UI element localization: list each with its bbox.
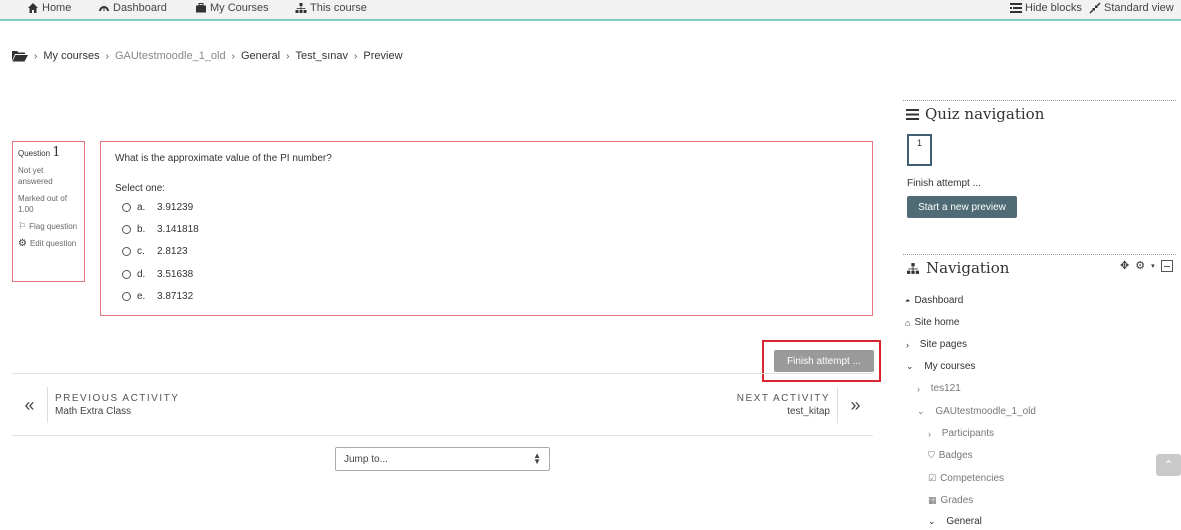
nav-item-general[interactable]: ⌄ General bbox=[928, 516, 982, 527]
sitemap-icon bbox=[295, 3, 307, 13]
question-text: What is the approximate value of the PI … bbox=[115, 153, 332, 164]
breadcrumb-quiz[interactable]: Test_sınav bbox=[295, 50, 348, 62]
breadcrumb-separator: › bbox=[105, 50, 109, 62]
block-divider bbox=[903, 100, 1176, 101]
breadcrumb-my-courses[interactable]: My courses bbox=[43, 50, 99, 62]
dashboard-icon: ◓ bbox=[905, 295, 911, 306]
answer-option-d[interactable]: d. 3.51638 bbox=[115, 263, 858, 285]
answer-option-c[interactable]: c. 2.8123 bbox=[115, 241, 858, 263]
nav-home-link[interactable]: Home bbox=[27, 2, 71, 14]
radio-button[interactable] bbox=[122, 247, 131, 257]
breadcrumb-course[interactable]: GAUtestmoodle_1_old bbox=[115, 50, 226, 62]
nav-item-grades[interactable]: ▦ Grades bbox=[928, 495, 973, 506]
double-chevron-left-icon: « bbox=[12, 387, 48, 423]
finish-attempt-highlight: Finish attempt ... bbox=[762, 340, 881, 382]
nav-item-competencies[interactable]: ☑ Competencies bbox=[928, 473, 1004, 484]
double-chevron-right-icon: » bbox=[837, 387, 873, 423]
chevron-down-icon: ⌄ bbox=[917, 406, 925, 416]
nav-item-tes121[interactable]: › tes121 bbox=[917, 383, 961, 394]
home-icon bbox=[28, 3, 38, 13]
hide-blocks-button[interactable]: Hide blocks bbox=[1010, 2, 1082, 14]
chevron-right-icon: › bbox=[906, 339, 909, 350]
radio-button[interactable] bbox=[122, 224, 131, 234]
compress-icon bbox=[1089, 2, 1101, 14]
question-marks: Marked out of 1.00 bbox=[18, 194, 67, 214]
updown-icon: ▲ ▼ bbox=[533, 451, 541, 466]
nav-item-my-courses[interactable]: ⌄ My courses bbox=[906, 361, 975, 372]
finish-attempt-button[interactable]: Finish attempt ... bbox=[774, 350, 874, 372]
nav-item-dashboard[interactable]: ◓ Dashboard bbox=[905, 295, 963, 306]
divider bbox=[12, 435, 873, 436]
nav-my-courses-link[interactable]: My Courses bbox=[195, 2, 269, 14]
briefcase-icon bbox=[196, 3, 206, 13]
answer-option-a[interactable]: a. 3.91239 bbox=[115, 196, 858, 218]
gear-icon: ⚙ bbox=[18, 238, 27, 249]
breadcrumb-separator: › bbox=[286, 50, 290, 62]
flag-question-link[interactable]: ⚐ Flag question bbox=[18, 221, 79, 232]
question-number: Question 1 bbox=[18, 145, 61, 160]
navigation-block-tools: ✥ ⚙ ▾ bbox=[1120, 259, 1173, 272]
nav-item-badges[interactable]: ⛉ Badges bbox=[928, 450, 973, 461]
answer-option-b[interactable]: b. 3.141818 bbox=[115, 218, 858, 240]
bars-icon bbox=[906, 108, 919, 120]
flag-icon: ⚐ bbox=[18, 221, 27, 231]
breadcrumb-separator: › bbox=[354, 50, 358, 62]
radio-button[interactable] bbox=[122, 269, 131, 279]
breadcrumb-general[interactable]: General bbox=[241, 50, 280, 62]
breadcrumb-preview: Preview bbox=[363, 50, 403, 62]
list-icon bbox=[1010, 3, 1022, 13]
chevron-right-icon: › bbox=[917, 383, 920, 394]
block-divider bbox=[903, 254, 1176, 255]
question-info-box: Question 1 Not yet answered Marked out o… bbox=[12, 141, 85, 282]
breadcrumb: › My courses › GAUtestmoodle_1_old › Gen… bbox=[12, 50, 403, 62]
nav-item-site-home[interactable]: ⌂ Site home bbox=[905, 317, 959, 328]
previous-activity-link[interactable]: « PREVIOUS ACTIVITY Math Extra Class bbox=[12, 384, 179, 426]
quiz-question-1-button[interactable]: 1 bbox=[907, 134, 932, 166]
chevron-up-icon: ⌃ bbox=[1163, 458, 1174, 472]
start-new-preview-button[interactable]: Start a new preview bbox=[907, 196, 1017, 218]
scroll-to-top-button[interactable]: ⌃ bbox=[1156, 454, 1181, 476]
minimize-icon[interactable] bbox=[1160, 259, 1173, 272]
navigation-title: Navigation bbox=[906, 259, 1009, 277]
radio-button[interactable] bbox=[122, 291, 131, 301]
sitemap-icon bbox=[907, 262, 919, 274]
move-icon[interactable]: ✥ bbox=[1120, 259, 1129, 272]
shield-icon: ⛉ bbox=[928, 450, 935, 460]
edit-question-link[interactable]: ⚙ Edit question bbox=[18, 238, 79, 249]
divider bbox=[12, 373, 873, 374]
dashboard-icon bbox=[99, 6, 109, 11]
select-one-prompt: Select one: bbox=[115, 183, 166, 194]
nav-item-site-pages[interactable]: › Site pages bbox=[906, 339, 967, 350]
finish-attempt-link[interactable]: Finish attempt ... bbox=[907, 178, 981, 189]
top-navbar: Home Dashboard My Courses This course Hi… bbox=[0, 0, 1181, 21]
question-content-box: What is the approximate value of the PI … bbox=[100, 141, 873, 316]
table-icon: ▦ bbox=[928, 495, 937, 505]
breadcrumb-separator: › bbox=[34, 50, 38, 62]
breadcrumb-separator: › bbox=[231, 50, 235, 62]
nav-item-course[interactable]: ⌄ GAUtestmoodle_1_old bbox=[917, 406, 1036, 417]
radio-button[interactable] bbox=[122, 202, 131, 212]
chevron-right-icon: › bbox=[928, 428, 931, 439]
quiz-navigation-title: Quiz navigation bbox=[906, 105, 1044, 123]
gear-icon[interactable]: ⚙ bbox=[1135, 259, 1145, 272]
answer-options: a. 3.91239 b. 3.141818 c. 2.8123 d. 3.51… bbox=[115, 196, 858, 307]
nav-this-course-link[interactable]: This course bbox=[295, 2, 367, 14]
question-status: Not yet answered bbox=[18, 166, 53, 186]
checkbox-icon: ☑ bbox=[928, 473, 937, 483]
nav-item-participants[interactable]: › Participants bbox=[928, 428, 994, 439]
chevron-down-icon: ⌄ bbox=[928, 516, 936, 526]
nav-dashboard-link[interactable]: Dashboard bbox=[98, 2, 167, 14]
standard-view-button[interactable]: Standard view bbox=[1089, 2, 1174, 14]
caret-down-icon[interactable]: ▾ bbox=[1151, 262, 1155, 270]
chevron-down-icon: ⌄ bbox=[906, 361, 914, 371]
next-activity-link[interactable]: NEXT ACTIVITY test_kitap » bbox=[737, 384, 873, 426]
answer-option-e[interactable]: e. 3.87132 bbox=[115, 285, 858, 307]
folder-open-icon[interactable] bbox=[12, 50, 28, 62]
jump-to-select[interactable]: Jump to... ▲ ▼ bbox=[335, 447, 550, 471]
home-icon: ⌂ bbox=[905, 317, 911, 328]
